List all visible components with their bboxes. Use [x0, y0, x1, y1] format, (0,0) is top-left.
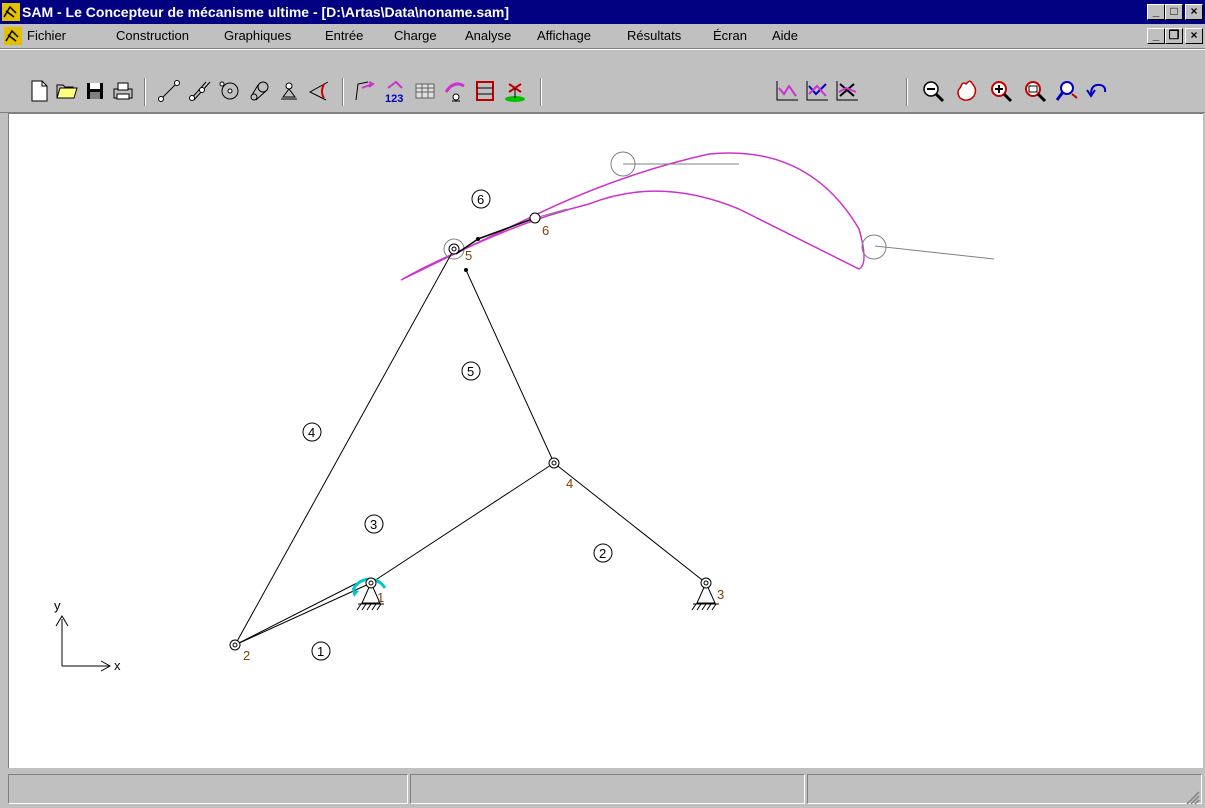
- element-label: 3: [370, 517, 377, 532]
- node[interactable]: [365, 577, 377, 589]
- menu-aide[interactable]: Aide: [772, 28, 798, 43]
- status-panel: [410, 774, 805, 804]
- node-label: 5: [465, 248, 472, 263]
- element-label: 5: [467, 364, 474, 379]
- node[interactable]: [229, 639, 241, 651]
- minimize-icon: _: [1152, 28, 1160, 42]
- child-restore-button[interactable]: ❐: [1165, 28, 1183, 44]
- save-icon[interactable]: [82, 78, 108, 104]
- joint-dot: [476, 237, 480, 241]
- minimize-icon: _: [1152, 4, 1160, 18]
- gear-icon[interactable]: [216, 78, 242, 104]
- print-icon[interactable]: [110, 78, 136, 104]
- frame-icon[interactable]: [472, 78, 498, 104]
- element-label: 2: [599, 546, 606, 561]
- node-label: 6: [542, 223, 549, 238]
- resize-grip-icon[interactable]: [1183, 788, 1201, 806]
- toolbar-separator: [144, 78, 146, 106]
- trace-line: [874, 245, 995, 260]
- angle-icon[interactable]: [306, 78, 332, 104]
- pan-icon[interactable]: [954, 78, 980, 104]
- y-axis-label: y: [54, 598, 61, 613]
- menu-construction[interactable]: Construction: [116, 28, 189, 43]
- child-minimize-button[interactable]: _: [1147, 28, 1165, 44]
- link-6[interactable]: [477, 217, 536, 240]
- app-icon: [2, 3, 20, 21]
- zoom-previous-icon[interactable]: [1054, 78, 1080, 104]
- restore-icon: ❐: [1168, 28, 1180, 42]
- load-icon[interactable]: [442, 78, 468, 104]
- motor-icon[interactable]: [502, 78, 528, 104]
- zoom-in-icon[interactable]: [988, 78, 1014, 104]
- joint-dot: [464, 268, 468, 272]
- axes-indicator: y x: [54, 598, 121, 673]
- menu-bar: Fichier Construction Graphiques Entrée C…: [0, 24, 1205, 49]
- node-label: 1: [377, 590, 384, 605]
- toolbar: 123: [0, 49, 1205, 113]
- element-label: 1: [317, 644, 324, 659]
- maximize-button[interactable]: □: [1165, 4, 1183, 20]
- menu-ecran[interactable]: Écran: [713, 28, 747, 43]
- menu-analyse[interactable]: Analyse: [465, 28, 511, 43]
- drive-arrow: [352, 590, 359, 597]
- new-file-icon[interactable]: [26, 78, 52, 104]
- toolbar-separator: [540, 78, 542, 106]
- graph-table-icon[interactable]: [834, 78, 860, 104]
- undo-icon[interactable]: [1084, 78, 1110, 104]
- close-button[interactable]: ×: [1185, 4, 1203, 20]
- node[interactable]: [448, 243, 460, 255]
- graph-icon[interactable]: [774, 78, 800, 104]
- menu-fichier[interactable]: Fichier: [27, 28, 66, 43]
- menu-entree[interactable]: Entrée: [325, 28, 363, 43]
- slider-icon[interactable]: [186, 78, 212, 104]
- element-label: 6: [477, 192, 484, 207]
- motion-icon[interactable]: [352, 78, 378, 104]
- close-icon: ×: [1190, 28, 1198, 42]
- maximize-icon: □: [1170, 4, 1178, 18]
- svg-text:123: 123: [385, 93, 403, 104]
- zoom-out-icon[interactable]: [920, 78, 946, 104]
- numbering-icon[interactable]: 123: [382, 78, 408, 104]
- drawing-canvas[interactable]: 1 2 3 4 5 6 1 2 3 4 5 6 y x: [8, 113, 1203, 768]
- element-label: 4: [308, 425, 315, 440]
- support-icon[interactable]: [276, 78, 302, 104]
- x-axis-label: x: [114, 658, 121, 673]
- link-4[interactable]: [234, 248, 455, 646]
- link-1[interactable]: [234, 579, 364, 646]
- toolbar-separator: [342, 78, 344, 106]
- open-folder-icon[interactable]: [54, 78, 80, 104]
- window-title: SAM - Le Concepteur de mécanisme ultime …: [22, 4, 509, 20]
- toolbar-separator: [906, 78, 908, 106]
- status-panel: [8, 774, 408, 804]
- minimize-button[interactable]: _: [1147, 4, 1165, 20]
- beam-icon[interactable]: [156, 78, 182, 104]
- link-1[interactable]: [234, 582, 372, 646]
- node[interactable]: [548, 457, 560, 469]
- node-label: 4: [566, 476, 573, 491]
- status-panel: [807, 774, 1202, 804]
- title-bar[interactable]: SAM - Le Concepteur de mécanisme ultime …: [0, 0, 1205, 24]
- menu-affichage[interactable]: Affichage: [537, 28, 591, 43]
- menu-charge[interactable]: Charge: [394, 28, 437, 43]
- close-icon: ×: [1190, 4, 1198, 18]
- status-bar: [0, 768, 1205, 808]
- link-3[interactable]: [370, 462, 555, 584]
- zoom-window-icon[interactable]: [1022, 78, 1048, 104]
- table-icon[interactable]: [412, 78, 438, 104]
- link-2[interactable]: [553, 462, 707, 584]
- belt-icon[interactable]: [246, 78, 272, 104]
- child-close-button[interactable]: ×: [1185, 28, 1203, 44]
- node[interactable]: [700, 577, 712, 589]
- menu-graphiques[interactable]: Graphiques: [224, 28, 291, 43]
- menu-resultats[interactable]: Résultats: [627, 28, 681, 43]
- mechanism-drawing[interactable]: 1 2 3 4 5 6 1 2 3 4 5 6 y x: [9, 114, 1204, 769]
- node[interactable]: [529, 212, 541, 224]
- node-label: 2: [243, 648, 250, 663]
- node-label: 3: [717, 587, 724, 602]
- document-icon[interactable]: [4, 27, 22, 45]
- graph-multi-icon[interactable]: [804, 78, 830, 104]
